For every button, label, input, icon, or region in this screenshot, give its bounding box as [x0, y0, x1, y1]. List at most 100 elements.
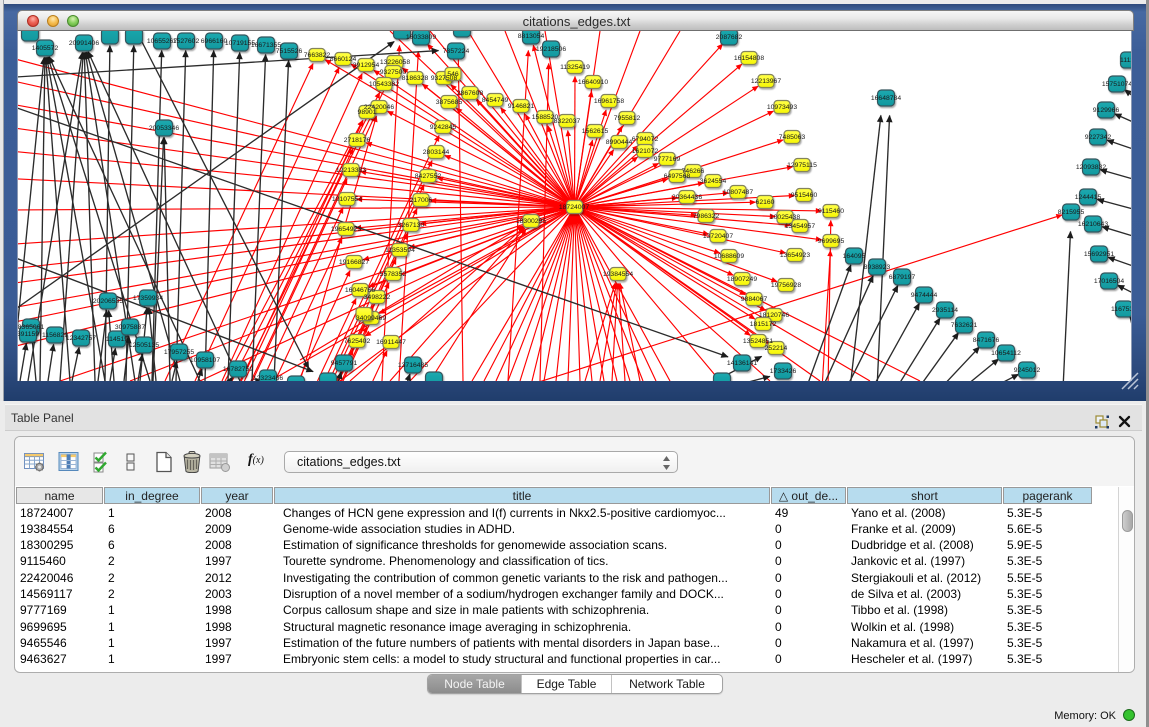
svg-text:9457791: 9457791 [331, 360, 358, 367]
svg-text:114519: 114519 [106, 336, 128, 343]
svg-text:3912954: 3912954 [353, 62, 380, 69]
svg-text:13720407: 13720407 [703, 233, 733, 240]
svg-text:9777169: 9777169 [654, 156, 681, 163]
svg-text:62160: 62160 [756, 199, 775, 206]
svg-text:17359934: 17359934 [133, 295, 163, 302]
svg-text:16782759: 16782759 [223, 366, 253, 373]
svg-text:2803144: 2803144 [423, 149, 450, 156]
svg-text:20206535: 20206535 [93, 298, 123, 305]
svg-text:98901: 98901 [358, 109, 377, 116]
svg-text:1621072: 1621072 [632, 148, 659, 155]
svg-text:9242845: 9242845 [430, 124, 457, 131]
svg-text:1733426: 1733426 [770, 368, 797, 375]
svg-text:10025438: 10025438 [770, 214, 800, 221]
svg-text:18300295: 18300295 [516, 218, 546, 225]
svg-text:10543382: 10543382 [369, 81, 399, 88]
svg-text:12213967: 12213967 [751, 78, 781, 85]
svg-text:1167533: 1167533 [1111, 306, 1131, 313]
svg-text:9515460: 9515460 [791, 192, 818, 199]
svg-text:30975887: 30975887 [115, 324, 145, 331]
svg-text:217006: 217006 [410, 197, 433, 204]
svg-text:16033809: 16033809 [406, 34, 436, 41]
svg-text:9129966: 9129966 [1093, 107, 1120, 114]
svg-text:5578352: 5578352 [380, 271, 407, 278]
svg-text:391159: 391159 [18, 331, 39, 338]
svg-text:12213383: 12213383 [336, 167, 366, 174]
svg-text:18724007: 18724007 [559, 204, 589, 211]
svg-text:14136141: 14136141 [727, 360, 757, 367]
svg-text:1244415: 1244415 [1075, 194, 1102, 201]
svg-text:15692951: 15692951 [1084, 251, 1114, 258]
svg-text:8215955: 8215955 [1058, 209, 1085, 216]
svg-text:11124: 11124 [1120, 57, 1131, 64]
svg-text:9884067: 9884067 [741, 296, 768, 303]
svg-text:16210643: 16210643 [1078, 221, 1108, 228]
svg-text:12342757: 12342757 [66, 335, 96, 342]
svg-text:8990444: 8990444 [606, 139, 633, 146]
svg-text:2867608: 2867608 [457, 90, 484, 97]
svg-text:12505135: 12505135 [129, 342, 159, 349]
svg-text:546: 546 [447, 71, 459, 78]
svg-text:11353594: 11353594 [385, 247, 415, 254]
svg-text:18120746: 18120746 [759, 312, 789, 319]
svg-text:9245012: 9245012 [1014, 367, 1041, 374]
svg-text:13454957: 13454957 [785, 223, 815, 230]
svg-text:10807487: 10807487 [723, 189, 753, 196]
svg-text:7986322: 7986322 [693, 213, 720, 220]
svg-text:7625402: 7625402 [344, 338, 371, 345]
svg-text:10107554: 10107554 [332, 196, 362, 203]
svg-text:8813054: 8813054 [518, 33, 545, 40]
svg-text:3498222: 3498222 [364, 294, 391, 301]
svg-text:13226058: 13226058 [380, 59, 410, 66]
svg-text:746266: 746266 [682, 168, 705, 175]
svg-text:6879197: 6879197 [889, 274, 916, 281]
svg-text:2935114: 2935114 [932, 307, 958, 314]
svg-text:10654112: 10654112 [991, 350, 1021, 357]
svg-text:7515526: 7515526 [276, 48, 303, 55]
svg-text:13654923: 13654923 [780, 252, 810, 259]
svg-text:252214: 252214 [765, 345, 788, 352]
svg-text:2087682: 2087682 [716, 34, 743, 41]
svg-text:16648784: 16648784 [871, 95, 901, 102]
svg-text:2718176: 2718176 [344, 137, 371, 144]
svg-text:15751074: 15751074 [1102, 81, 1131, 88]
svg-text:8938923: 8938923 [864, 264, 891, 271]
svg-text:3875685: 3875685 [436, 99, 463, 106]
svg-text:17957255: 17957255 [164, 349, 194, 356]
svg-text:7955812: 7955812 [614, 115, 641, 122]
svg-text:7485063: 7485063 [779, 134, 806, 141]
svg-text:19756928: 19756928 [771, 282, 801, 289]
svg-text:6966160: 6966160 [201, 38, 228, 45]
svg-text:16640910: 16640910 [578, 79, 608, 86]
svg-text:17016504: 17016504 [1094, 278, 1124, 285]
svg-text:19218506: 19218506 [536, 46, 566, 53]
svg-text:8427552: 8427552 [415, 173, 442, 180]
svg-text:1562615: 1562615 [582, 128, 609, 135]
svg-text:7663822: 7663822 [304, 52, 331, 59]
svg-text:13524851: 13524851 [743, 338, 773, 345]
svg-text:7632621: 7632621 [951, 322, 978, 329]
svg-text:9699695: 9699695 [818, 238, 845, 245]
svg-text:1405572: 1405572 [32, 45, 59, 52]
svg-text:11325419: 11325419 [560, 64, 590, 71]
svg-text:12323466: 12323466 [253, 375, 283, 381]
svg-text:12093832: 12093832 [1076, 164, 1106, 171]
svg-text:34099469: 34099469 [356, 315, 386, 322]
svg-text:8454749: 8454749 [482, 97, 509, 104]
svg-text:20991406: 20991406 [69, 40, 99, 47]
svg-text:1815172: 1815172 [750, 321, 777, 328]
svg-text:16961758: 16961758 [594, 98, 624, 105]
svg-text:20053346: 20053346 [149, 125, 179, 132]
svg-text:9474444: 9474444 [911, 292, 938, 299]
svg-text:10973493: 10973493 [767, 104, 797, 111]
svg-text:16046766: 16046766 [345, 287, 375, 294]
svg-text:12975115: 12975115 [787, 162, 817, 169]
svg-text:19166827: 19166827 [339, 259, 369, 266]
svg-text:7357224: 7357224 [443, 48, 470, 55]
svg-text:6794072: 6794072 [632, 136, 659, 143]
svg-text:20364436: 20364436 [672, 194, 702, 201]
svg-text:1527602: 1527602 [173, 38, 200, 45]
svg-text:10958107: 10958107 [190, 357, 220, 364]
svg-text:8186328: 8186328 [402, 75, 429, 82]
svg-text:1156829: 1156829 [42, 332, 68, 339]
